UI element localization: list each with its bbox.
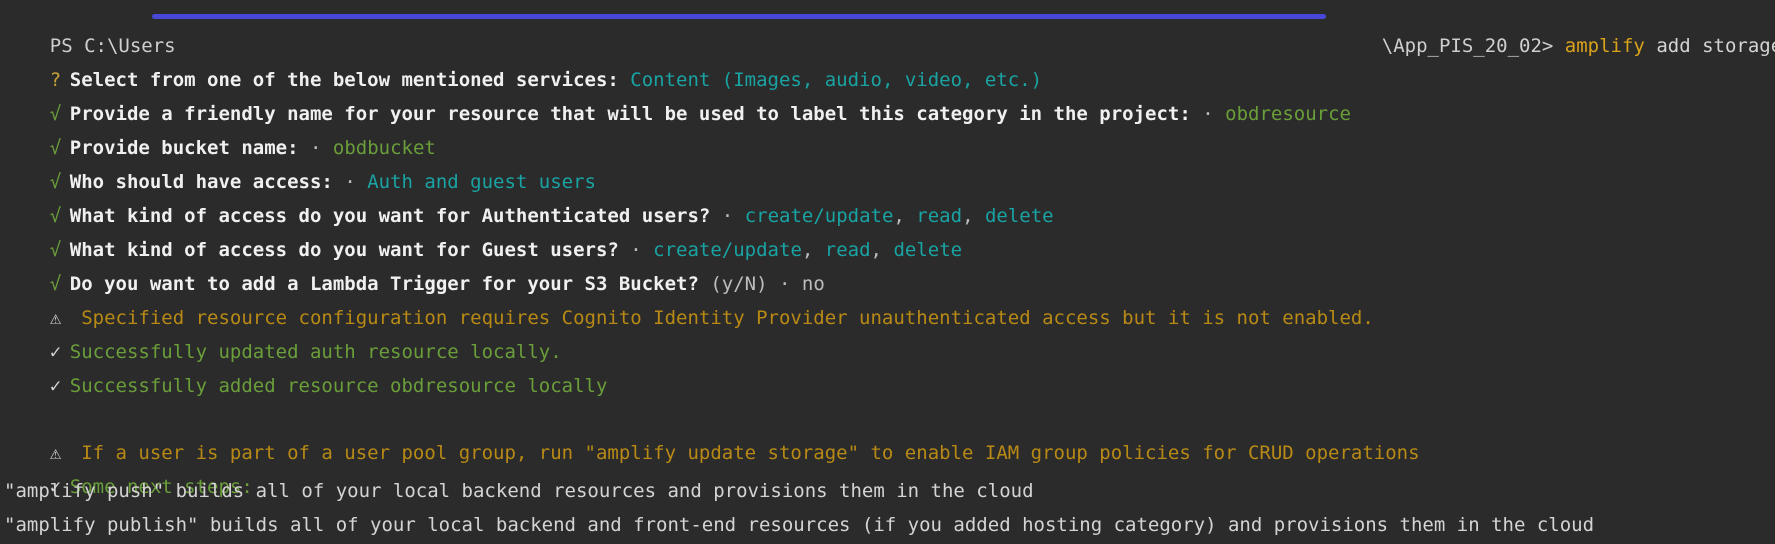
terminal-window[interactable]: PS C:\Users \App_PIS_20_02> amplify add … xyxy=(0,0,1775,544)
question-line-auth-access: √ What kind of access do you want for Aut… xyxy=(4,171,1054,227)
question-line-bucket-name: √ Provide bucket name: · obdbucket xyxy=(4,103,436,159)
success-text: Successfully added resource obdresource … xyxy=(69,375,608,397)
answer-text: obdresource xyxy=(1225,103,1351,125)
warning-line-user-pool: ⚠ If a user is part of a user pool group… xyxy=(4,408,1420,464)
question-line-lambda: √ Do you want to add a Lambda Trigger for… xyxy=(4,239,825,295)
question-line-access: √ Who should have access: · Auth and gues… xyxy=(4,137,596,193)
separator: · xyxy=(1202,103,1226,125)
checkmark-icon: ✓ xyxy=(49,375,62,397)
next-step-publish: "amplify publish" builds all of your loc… xyxy=(4,514,1595,536)
warning-line-cognito: ⚠ Specified resource configuration requi… xyxy=(4,273,1374,329)
question-line-guest-access: √ What kind of access do you want for Gue… xyxy=(4,205,962,261)
answer-comma: , xyxy=(962,205,985,227)
prompt-command: \App_PIS_20_02> amplify add storage xyxy=(1336,1,1775,57)
command-name: amplify xyxy=(1564,35,1645,57)
next-step-push: "amplify push" builds all of your local … xyxy=(4,480,1034,502)
answer-delete: delete xyxy=(984,205,1054,227)
redaction-bar xyxy=(152,14,1326,19)
command-args: add storage xyxy=(1644,35,1775,57)
answer-read: read xyxy=(824,239,871,261)
question-line-friendly-name: √ Provide a friendly name for your resour… xyxy=(4,69,1351,125)
prompt-suffix: \App_PIS_20_02> xyxy=(1381,35,1565,57)
question-line-service: ? Select from one of the below mentioned … xyxy=(4,35,1042,91)
success-line-resource: ✓ Successfully added resource obdresource… xyxy=(4,341,608,397)
success-line-auth: ✓ Successfully updated auth resource loca… xyxy=(4,307,562,363)
answer-comma: , xyxy=(870,239,894,261)
answer-delete: delete xyxy=(893,239,963,261)
next-steps-heading: ✓ Some next steps: xyxy=(4,442,253,498)
warning-text: If a user is part of a user pool group, … xyxy=(69,442,1420,464)
